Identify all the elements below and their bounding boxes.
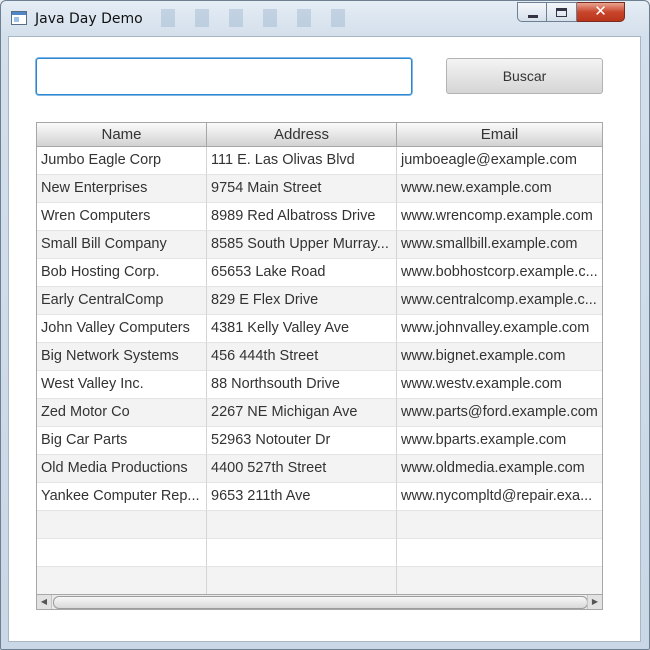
table-row[interactable] bbox=[37, 511, 602, 539]
cell-name: Jumbo Eagle Corp bbox=[37, 147, 207, 175]
cell-email: www.centralcomp.example.c... bbox=[397, 287, 602, 315]
minimize-button[interactable] bbox=[517, 2, 547, 22]
maximize-button[interactable] bbox=[547, 2, 577, 22]
cell-address: 52963 Notouter Dr bbox=[207, 427, 397, 455]
cell-name bbox=[37, 539, 207, 567]
window-app-icon[interactable] bbox=[11, 11, 27, 25]
cell-name: Big Car Parts bbox=[37, 427, 207, 455]
table-row[interactable] bbox=[37, 567, 602, 595]
cell-email: www.bignet.example.com bbox=[397, 343, 602, 371]
background-toolbar-ghost bbox=[161, 9, 351, 27]
column-header-email[interactable]: Email bbox=[397, 123, 602, 146]
cell-name: John Valley Computers bbox=[37, 315, 207, 343]
table-row[interactable]: Big Network Systems 456 444th Street www.b… bbox=[37, 343, 602, 371]
cell-email: www.nycompltd@repair.exa... bbox=[397, 483, 602, 511]
cell-address: 4381 Kelly Valley Ave bbox=[207, 315, 397, 343]
cell-address: 829 E Flex Drive bbox=[207, 287, 397, 315]
maximize-icon bbox=[556, 8, 567, 17]
cell-address: 65653 Lake Road bbox=[207, 259, 397, 287]
content-area: Buscar Name Address Email Jumbo Eagle Co… bbox=[8, 36, 641, 642]
cell-name: West Valley Inc. bbox=[37, 371, 207, 399]
cell-address: 88 Northsouth Drive bbox=[207, 371, 397, 399]
minimize-icon bbox=[528, 15, 538, 18]
table-row[interactable]: New Enterprises 9754 Main Street www.new.e… bbox=[37, 175, 602, 203]
cell-email: www.bobhostcorp.example.c... bbox=[397, 259, 602, 287]
search-button[interactable]: Buscar bbox=[446, 58, 603, 94]
title-bar[interactable]: Java Day Demo ✕ bbox=[1, 1, 649, 35]
cell-email bbox=[397, 539, 602, 567]
table-row[interactable]: West Valley Inc. 88 Northsouth Drive www.w… bbox=[37, 371, 602, 399]
cell-address: 9754 Main Street bbox=[207, 175, 397, 203]
cell-email: www.wrencomp.example.com bbox=[397, 203, 602, 231]
cell-email: www.bparts.example.com bbox=[397, 427, 602, 455]
table-row[interactable] bbox=[37, 539, 602, 567]
cell-email bbox=[397, 567, 602, 595]
cell-address bbox=[207, 567, 397, 595]
table-row[interactable]: John Valley Computers 4381 Kelly Valley A… bbox=[37, 315, 602, 343]
cell-address: 111 E. Las Olivas Blvd bbox=[207, 147, 397, 175]
window-title: Java Day Demo bbox=[35, 11, 143, 27]
close-icon: ✕ bbox=[594, 2, 607, 20]
table-row[interactable]: Wren Computers 8989 Red Albatross Drive ww… bbox=[37, 203, 602, 231]
scroll-left-icon[interactable]: ◀ bbox=[37, 595, 52, 609]
cell-email: jumboeagle@example.com bbox=[397, 147, 602, 175]
table-row[interactable]: Big Car Parts 52963 Notouter Dr www.bparts… bbox=[37, 427, 602, 455]
cell-name: Zed Motor Co bbox=[37, 399, 207, 427]
table-row[interactable]: Jumbo Eagle Corp 111 E. Las Olivas Blvd ju… bbox=[37, 147, 602, 175]
cell-name: Bob Hosting Corp. bbox=[37, 259, 207, 287]
cell-address: 8585 South Upper Murray... bbox=[207, 231, 397, 259]
table-row[interactable]: Early CentralComp 829 E Flex Drive www.cen… bbox=[37, 287, 602, 315]
cell-email: www.new.example.com bbox=[397, 175, 602, 203]
cell-email: www.parts@ford.example.com bbox=[397, 399, 602, 427]
search-input[interactable] bbox=[36, 58, 412, 95]
table-body: Jumbo Eagle Corp 111 E. Las Olivas Blvd ju… bbox=[37, 147, 602, 595]
cell-name: Big Network Systems bbox=[37, 343, 207, 371]
table-row[interactable]: Old Media Productions 4400 527th Street ww… bbox=[37, 455, 602, 483]
cell-address bbox=[207, 511, 397, 539]
scroll-right-icon[interactable]: ▶ bbox=[587, 595, 602, 609]
cell-email: www.westv.example.com bbox=[397, 371, 602, 399]
table-row[interactable]: Zed Motor Co 2267 NE Michigan Ave www.part… bbox=[37, 399, 602, 427]
table-row[interactable]: Small Bill Company 8585 South Upper Murra… bbox=[37, 231, 602, 259]
table-row[interactable]: Bob Hosting Corp. 65653 Lake Road www.bobh… bbox=[37, 259, 602, 287]
cell-address: 9653 211th Ave bbox=[207, 483, 397, 511]
cell-email: www.oldmedia.example.com bbox=[397, 455, 602, 483]
cell-email: www.smallbill.example.com bbox=[397, 231, 602, 259]
cell-name: Old Media Productions bbox=[37, 455, 207, 483]
cell-name: Yankee Computer Rep... bbox=[37, 483, 207, 511]
cell-name: Early CentralComp bbox=[37, 287, 207, 315]
column-header-address[interactable]: Address bbox=[207, 123, 397, 146]
cell-email bbox=[397, 511, 602, 539]
scrollbar-thumb[interactable] bbox=[53, 596, 588, 609]
customer-table[interactable]: Name Address Email Jumbo Eagle Corp 111 E… bbox=[36, 122, 603, 610]
table-header: Name Address Email bbox=[37, 123, 602, 147]
column-header-name[interactable]: Name bbox=[37, 123, 207, 146]
close-button[interactable]: ✕ bbox=[577, 2, 625, 22]
cell-name: Wren Computers bbox=[37, 203, 207, 231]
cell-name: Small Bill Company bbox=[37, 231, 207, 259]
cell-name bbox=[37, 511, 207, 539]
horizontal-scrollbar[interactable]: ◀ ▶ bbox=[36, 594, 603, 610]
cell-address: 456 444th Street bbox=[207, 343, 397, 371]
cell-name bbox=[37, 567, 207, 595]
table-row[interactable]: Yankee Computer Rep... 9653 211th Ave www.… bbox=[37, 483, 602, 511]
app-window: Java Day Demo ✕ Buscar Name Address Emai… bbox=[0, 0, 650, 650]
cell-address: 2267 NE Michigan Ave bbox=[207, 399, 397, 427]
cell-address: 8989 Red Albatross Drive bbox=[207, 203, 397, 231]
cell-email: www.johnvalley.example.com bbox=[397, 315, 602, 343]
cell-address bbox=[207, 539, 397, 567]
cell-name: New Enterprises bbox=[37, 175, 207, 203]
cell-address: 4400 527th Street bbox=[207, 455, 397, 483]
